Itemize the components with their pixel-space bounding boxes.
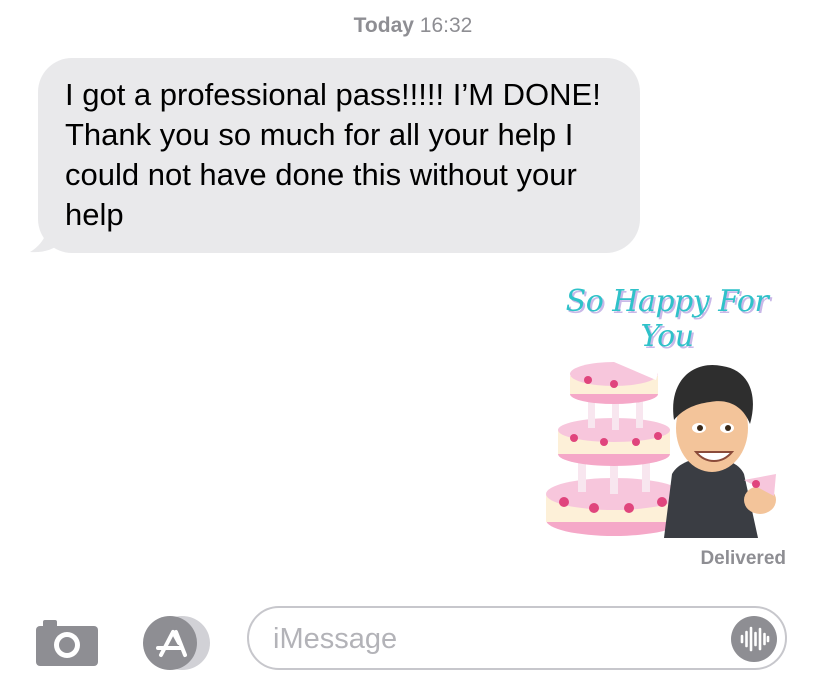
audio-waveform-icon xyxy=(740,626,770,652)
timestamp-day: Today xyxy=(353,14,414,37)
timestamp-time: 16:32 xyxy=(419,14,473,37)
message-input[interactable]: iMessage xyxy=(247,606,787,670)
conversation-timestamp: Today 16:32 xyxy=(0,14,826,38)
camera-icon xyxy=(36,620,98,666)
incoming-message-bubble[interactable]: I got a professional pass!!!!! I’M DONE!… xyxy=(38,58,640,253)
audio-record-button[interactable] xyxy=(731,616,777,662)
app-store-icon xyxy=(143,616,210,670)
incoming-message-text: I got a professional pass!!!!! I’M DONE!… xyxy=(65,77,601,232)
app-store-button[interactable] xyxy=(138,615,212,671)
happy-sticker[interactable]: So Happy For You xyxy=(544,284,790,538)
delivered-status: Delivered xyxy=(700,548,786,569)
bitmoji-cake-icon xyxy=(546,358,776,538)
message-input-placeholder: iMessage xyxy=(273,623,398,655)
camera-button[interactable] xyxy=(36,620,98,666)
